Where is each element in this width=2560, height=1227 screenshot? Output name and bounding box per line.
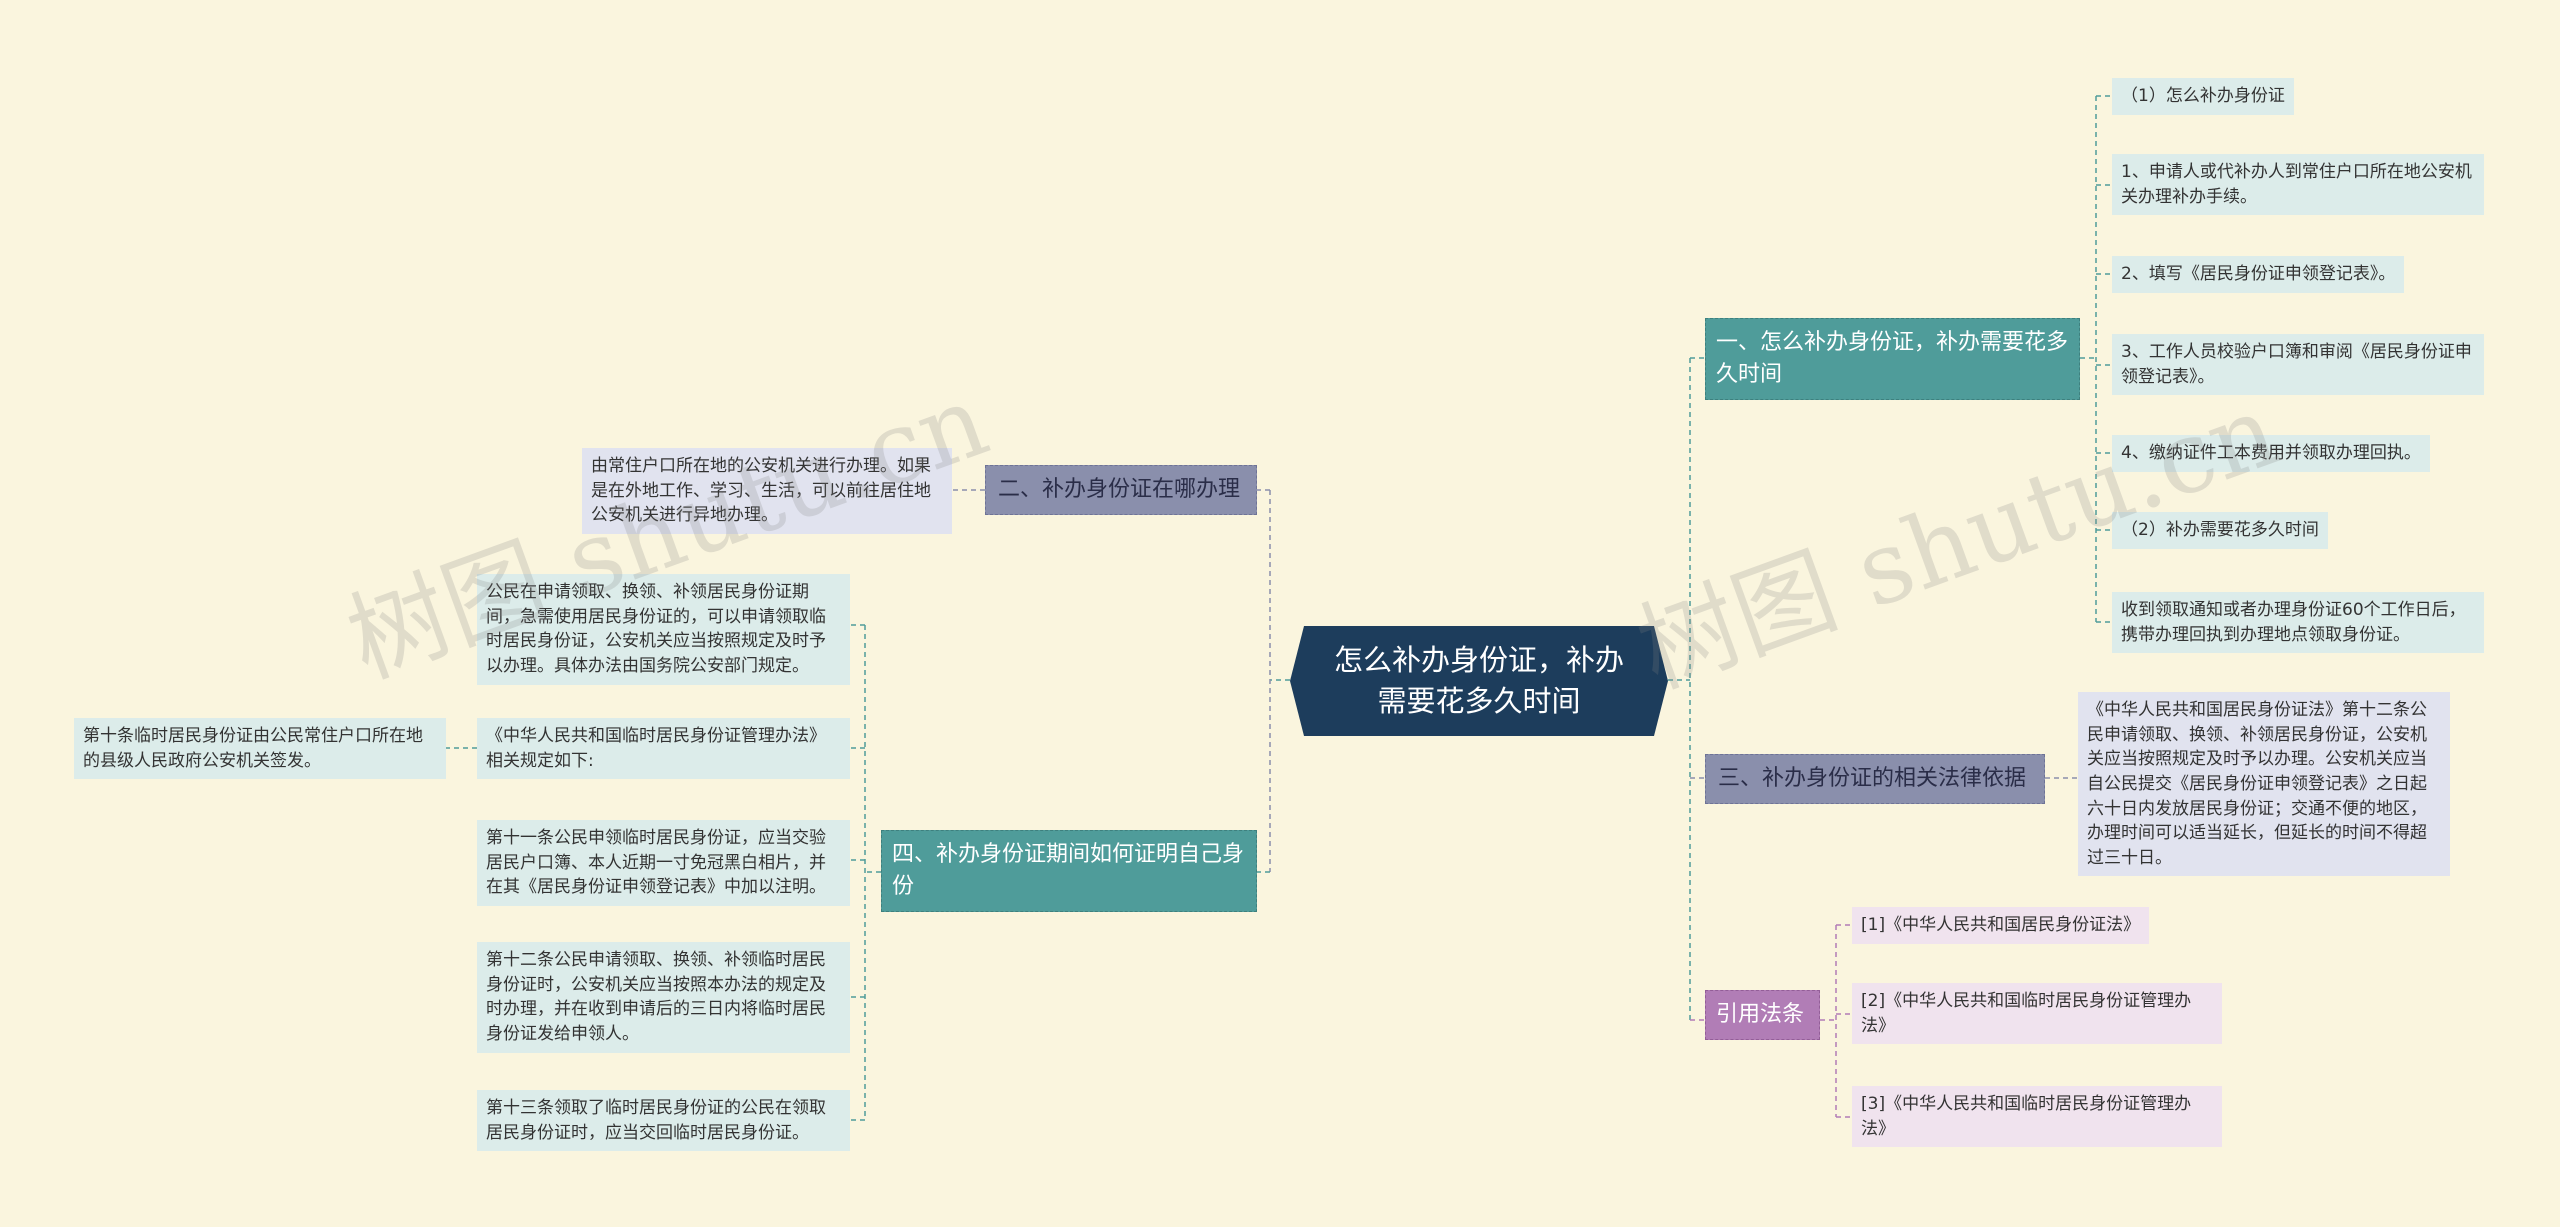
b3-leaf-1[interactable]: 《中华人民共和国居民身份证法》第十二条公民申请领取、换领、补领居民身份证，公安机… (2078, 692, 2450, 877)
branch-3-legal-basis[interactable]: 三、补办身份证的相关法律依据 (1705, 754, 2045, 804)
branch-1-how-to-reissue[interactable]: 一、怎么补办身份证，补办需要花多久时间 (1705, 318, 2080, 400)
root-topic[interactable]: 怎么补办身份证，补办需要花多久时间 (1290, 626, 1668, 736)
b1-leaf-4[interactable]: 3、工作人员校验户口簿和审阅《居民身份证申领登记表》。 (2112, 334, 2484, 396)
b5-leaf-3[interactable]: [3]《中华人民共和国临时居民身份证管理办法》 (1852, 1086, 2222, 1148)
branch-4-prove-identity[interactable]: 四、补办身份证期间如何证明自己身份 (881, 830, 1257, 912)
mind-map-canvas: 怎么补办身份证，补办需要花多久时间 一、怎么补办身份证，补办需要花多久时间 （1… (0, 0, 2560, 1227)
b4-leaf-2[interactable]: 《中华人民共和国临时居民身份证管理办法》相关规定如下: (477, 718, 850, 780)
b1-leaf-6[interactable]: （2）补办需要花多久时间 (2112, 512, 2328, 549)
b5-leaf-links (1836, 924, 1852, 1118)
b4-leaf-links (850, 624, 865, 1121)
b4-leaf-3[interactable]: 第十一条公民申领临时居民身份证，应当交验居民户口簿、本人近期一寸免冠黑白相片，并… (477, 820, 850, 906)
b2-leaf-1[interactable]: 由常住户口所在地的公安机关进行办理。如果是在外地工作、学习、生活，可以前往居住地… (582, 448, 952, 534)
b1-leaf-7[interactable]: 收到领取通知或者办理身份证60个工作日后，携带办理回执到办理地点领取身份证。 (2112, 592, 2484, 654)
b4-leaf-5[interactable]: 第十三条领取了临时居民身份证的公民在领取居民身份证时，应当交回临时居民身份证。 (477, 1090, 850, 1152)
b5-leaf-1[interactable]: [1]《中华人民共和国居民身份证法》 (1852, 907, 2150, 944)
b1-leaf-3[interactable]: 2、填写《居民身份证申领登记表》。 (2112, 256, 2405, 293)
b4-subleaf[interactable]: 第十条临时居民身份证由公民常住户口所在地的县级人民政府公安机关签发。 (74, 718, 446, 780)
b5-leaf-2[interactable]: [2]《中华人民共和国临时居民身份证管理办法》 (1852, 983, 2222, 1045)
branch-2-where-to-reissue[interactable]: 二、补办身份证在哪办理 (985, 465, 1257, 515)
b1-leaf-2[interactable]: 1、申请人或代补办人到常住户口所在地公安机关办理补办手续。 (2112, 154, 2484, 216)
branch-5-cited-laws[interactable]: 引用法条 (1705, 990, 1820, 1040)
b4-leaf-1[interactable]: 公民在申请领取、换领、补领居民身份证期间，急需使用居民身份证的，可以申请领取临时… (477, 574, 850, 685)
b1-leaf-links (2096, 95, 2112, 623)
b4-leaf-4[interactable]: 第十二条公民申请领取、换领、补领临时居民身份证时，公安机关应当按照本办法的规定及… (477, 942, 850, 1053)
b1-leaf-5[interactable]: 4、缴纳证件工本费用并领取办理回执。 (2112, 435, 2430, 472)
b1-leaf-1[interactable]: （1）怎么补办身份证 (2112, 78, 2294, 115)
